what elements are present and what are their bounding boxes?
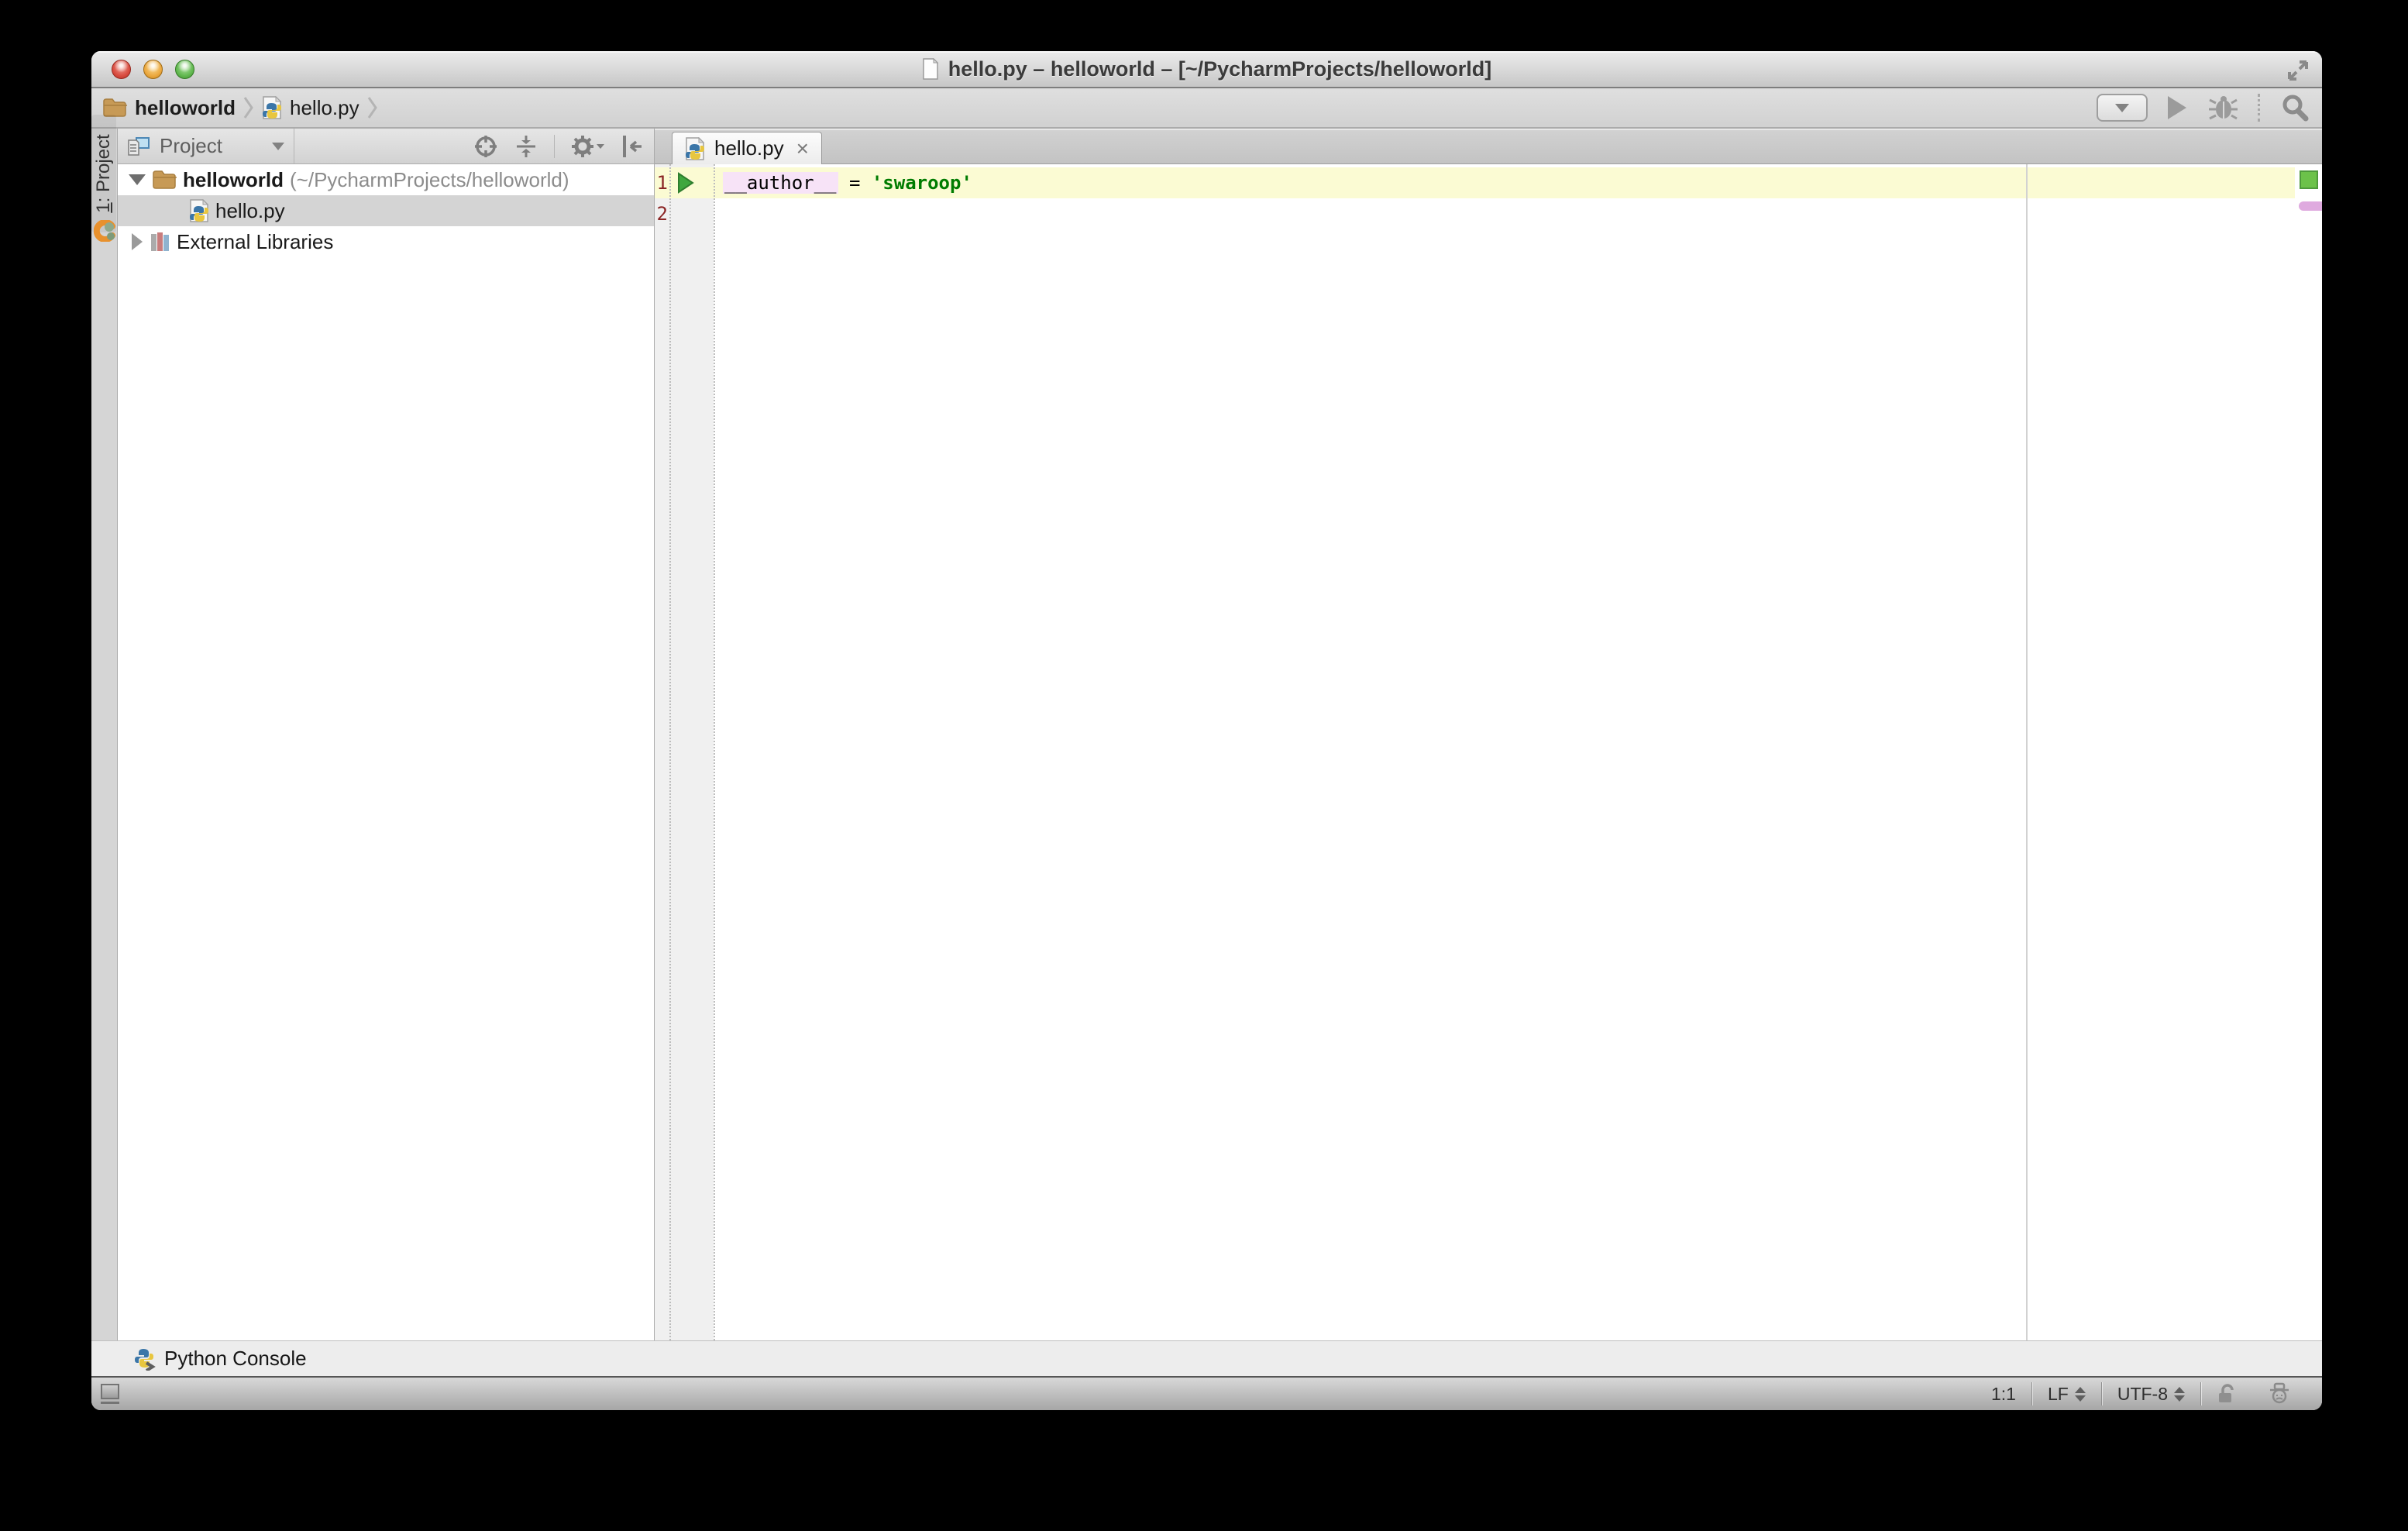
toolbar-separator bbox=[2258, 94, 2260, 122]
collapse-all-button[interactable] bbox=[514, 134, 538, 159]
scroll-from-source-button[interactable] bbox=[473, 134, 498, 159]
fullscreen-icon[interactable] bbox=[2285, 57, 2311, 84]
python-console-label: Python Console bbox=[164, 1347, 307, 1371]
run-line-marker-icon[interactable] bbox=[676, 172, 695, 194]
line-number: 1 bbox=[655, 167, 668, 198]
project-panel-toolbar bbox=[473, 129, 643, 163]
project-root-name: helloworld bbox=[183, 168, 284, 192]
document-proxy-icon[interactable] bbox=[922, 58, 939, 80]
title-bar[interactable]: hello.py – helloworld – [~/PycharmProjec… bbox=[91, 51, 2322, 88]
project-view-selector[interactable]: Project bbox=[118, 129, 294, 163]
close-tab-icon[interactable]: × bbox=[796, 138, 809, 160]
project-tree: helloworld (~/PycharmProjects/helloworld… bbox=[118, 164, 654, 1340]
inspection-status-indicator[interactable] bbox=[2300, 170, 2318, 189]
encoding: UTF-8 bbox=[2117, 1384, 2168, 1405]
tree-row-project-root[interactable]: helloworld (~/PycharmProjects/helloworld… bbox=[118, 164, 654, 195]
encoding-widget[interactable]: UTF-8 bbox=[2102, 1378, 2200, 1410]
project-panel-header: Project bbox=[118, 129, 654, 164]
zoom-window-button[interactable] bbox=[175, 60, 194, 79]
traffic-lights bbox=[112, 51, 194, 87]
expanded-arrow-icon[interactable] bbox=[129, 174, 146, 185]
toggle-toolbars-icon bbox=[101, 1384, 119, 1399]
pycharm-logo-icon bbox=[94, 220, 115, 242]
assignment-operator: = bbox=[838, 172, 872, 194]
bottom-tool-window-bar: Python Console bbox=[91, 1340, 2322, 1376]
updown-arrows-icon bbox=[2174, 1387, 2185, 1402]
gutter-divider bbox=[669, 164, 671, 1340]
tree-row-hello-py[interactable]: hello.py bbox=[118, 195, 654, 226]
python-console-button[interactable]: Python Console bbox=[135, 1347, 307, 1371]
author-variable: __author__ bbox=[723, 172, 838, 194]
editor-area: hello.py × 1 2 __author__ = 'swaroop' bbox=[655, 129, 2322, 1340]
caret-position: 1:1 bbox=[1991, 1384, 2016, 1405]
chevron-down-icon bbox=[2115, 104, 2129, 112]
error-stripe-mark[interactable] bbox=[2299, 201, 2322, 211]
python-console-icon bbox=[135, 1347, 157, 1371]
toggle-toolbars-button[interactable] bbox=[101, 1384, 119, 1404]
minimize-window-button[interactable] bbox=[143, 60, 163, 79]
tool-window-button-project[interactable]: 1: Project bbox=[91, 115, 116, 232]
caret-position-widget[interactable]: 1:1 bbox=[1976, 1378, 2031, 1410]
gutter-divider bbox=[714, 164, 715, 1340]
code-editor[interactable]: 1 2 __author__ = 'swaroop' bbox=[655, 164, 2322, 1340]
line-ending: LF bbox=[2048, 1384, 2069, 1405]
editor-tab-hello-py[interactable]: hello.py × bbox=[672, 132, 822, 164]
ide-window: hello.py – helloworld – [~/PycharmProjec… bbox=[91, 51, 2322, 1410]
status-bar: 1:1 LF UTF-8 bbox=[91, 1376, 2322, 1410]
status-widgets: 1:1 LF UTF-8 bbox=[1976, 1378, 2307, 1410]
project-button-label: : Project bbox=[93, 134, 115, 202]
updown-arrows-icon bbox=[2075, 1387, 2086, 1402]
tool-window-stripe: 1: Project bbox=[91, 129, 118, 1340]
chevron-right-icon bbox=[243, 96, 254, 119]
toolbar-separator bbox=[554, 135, 555, 158]
hector-inspector-icon bbox=[2268, 1382, 2291, 1405]
run-button[interactable] bbox=[2168, 96, 2186, 119]
close-window-button[interactable] bbox=[112, 60, 131, 79]
settings-gear-button[interactable] bbox=[570, 133, 604, 160]
main-toolbar bbox=[2097, 88, 2310, 127]
debug-button[interactable] bbox=[2207, 94, 2238, 122]
string-literal: 'swaroop' bbox=[872, 172, 972, 194]
editor-tab-label: hello.py bbox=[714, 136, 784, 160]
tree-row-external-libraries[interactable]: External Libraries bbox=[118, 226, 654, 257]
window-title: hello.py – helloworld – [~/PycharmProjec… bbox=[948, 57, 1491, 81]
tree-libraries-label: External Libraries bbox=[177, 230, 333, 254]
window-title-group: hello.py – helloworld – [~/PycharmProjec… bbox=[922, 57, 1491, 81]
chevron-right-icon bbox=[367, 96, 378, 119]
hide-panel-button[interactable] bbox=[620, 134, 643, 159]
right-margin-guide bbox=[2026, 164, 2028, 1340]
project-view-label: Project bbox=[160, 134, 263, 158]
run-configuration-selector[interactable] bbox=[2097, 94, 2148, 122]
unlock-icon bbox=[2217, 1383, 2237, 1405]
editor-gutter bbox=[655, 164, 714, 1340]
python-file-icon bbox=[685, 137, 705, 160]
breadcrumb-label: hello.py bbox=[290, 96, 359, 120]
breadcrumb-label: helloworld bbox=[135, 96, 236, 120]
chevron-down-icon bbox=[272, 143, 284, 150]
project-panel: Project bbox=[118, 129, 655, 1340]
editor-tab-bar: hello.py × bbox=[655, 129, 2322, 164]
collapsed-arrow-icon[interactable] bbox=[132, 233, 143, 250]
line-number: 2 bbox=[655, 198, 668, 229]
breadcrumb-item-hello-py[interactable]: hello.py bbox=[262, 96, 359, 120]
project-button-mnemonic: 1 bbox=[93, 202, 115, 212]
external-libraries-icon bbox=[149, 231, 170, 253]
code-line-1: __author__ = 'swaroop' bbox=[723, 167, 972, 198]
toggle-toolbars-icon-line bbox=[101, 1402, 119, 1404]
folder-icon bbox=[152, 170, 177, 190]
python-file-icon bbox=[262, 96, 282, 119]
main-content: 1: Project Project bbox=[91, 129, 2322, 1340]
navigation-bar: helloworld hello.py bbox=[91, 88, 2322, 129]
project-root-path: (~/PycharmProjects/helloworld) bbox=[290, 168, 569, 192]
breadcrumb-item-helloworld[interactable]: helloworld bbox=[102, 96, 236, 120]
inspection-profile-widget[interactable] bbox=[2252, 1378, 2307, 1410]
readonly-lock-widget[interactable] bbox=[2201, 1378, 2252, 1410]
project-view-icon bbox=[127, 135, 150, 158]
breadcrumb: helloworld hello.py bbox=[102, 96, 378, 120]
python-file-icon bbox=[189, 199, 209, 222]
search-everywhere-button[interactable] bbox=[2280, 93, 2310, 122]
line-ending-widget[interactable]: LF bbox=[2032, 1378, 2101, 1410]
tree-file-name: hello.py bbox=[215, 199, 285, 223]
